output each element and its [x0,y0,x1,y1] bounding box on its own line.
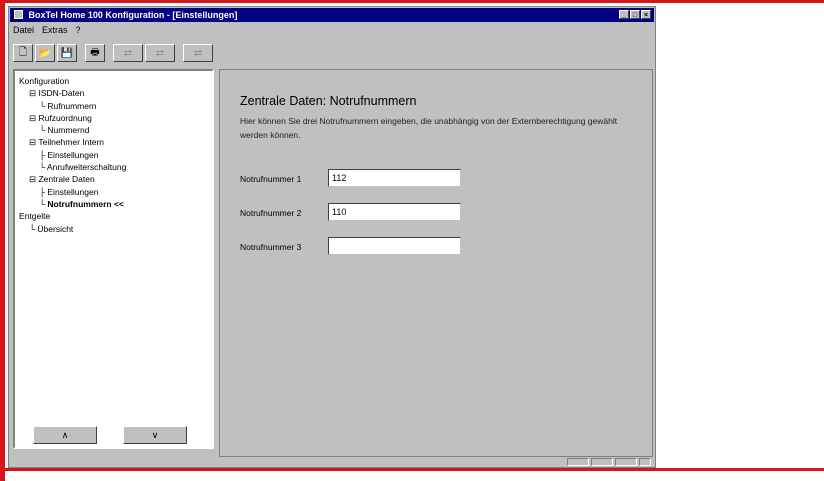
tree-label: Einstellungen [47,149,99,160]
window-controls: _ □ × [619,10,651,19]
tree-item-zentrale-einstellungen[interactable]: ├ Einstellungen [17,186,126,198]
tree-item-entgelte[interactable]: Entgelte [17,210,126,222]
tree-item-konfiguration[interactable]: Konfiguration [17,75,126,87]
emergency-number-1-label: Notrufnummer 1 [240,174,302,184]
save-icon[interactable]: 💾 [57,44,77,62]
tree-label: Anrufweiterschaltung [46,162,127,173]
navigate-up-button[interactable]: ∧ [33,426,97,444]
emergency-number-3-label: Notrufnummer 3 [240,242,302,252]
navigation-tree-panel: Konfiguration ⊟ ISDN-Daten └ Rufnummern … [13,69,214,449]
page-description: Hier können Sie drei Notrufnummern einge… [240,116,618,140]
tree-item-uebersicht[interactable]: └ Übersicht [17,223,126,235]
frame-top-bar [0,0,824,3]
tree-item-zentrale-daten[interactable]: ⊟ Zentrale Daten [17,173,126,185]
tree-item-rufnummern[interactable]: └ Rufnummern [17,100,126,112]
tree-item-anrufweiterschaltung[interactable]: └ Anrufweiterschaltung [17,161,126,173]
tree-item-notrufnummern[interactable]: └ Notrufnummern << [17,198,126,210]
window-title: BoxTel Home 100 Konfiguration - [Einstel… [28,10,238,20]
emergency-number-2-input[interactable]: 110 [328,203,461,221]
tree-navigation-buttons: ∧ ∨ [13,422,214,452]
emergency-number-1-input[interactable]: 112 [328,169,461,187]
print-icon[interactable]: 🖶 [85,44,105,62]
transfer-icon[interactable]: ⇄ [183,44,213,62]
tree-item-teilnehmer-intern[interactable]: ⊟ Teilnehmer Intern [17,136,126,148]
frame-bottom-bar [0,468,824,471]
title-bar[interactable]: BoxTel Home 100 Konfiguration - [Einstel… [10,8,654,22]
tree-label: Notrufnummern << [47,198,124,209]
transfer-icon[interactable]: ⇄ [113,44,143,62]
tree-label: Einstellungen [47,186,99,197]
content-panel: Zentrale Daten: Notrufnummern Hier könne… [219,69,653,457]
emergency-number-3-input[interactable] [328,237,461,255]
tree-label: ISDN-Daten [38,88,85,99]
frame-left-bar [0,0,5,481]
tree-label: Zentrale Daten [38,174,95,185]
tree-label: Nummernd [47,125,90,136]
menu-datei[interactable]: Datei [13,23,34,37]
tree-item-isdn-daten[interactable]: ⊟ ISDN-Daten [17,87,126,99]
emergency-number-2-label: Notrufnummer 2 [240,208,302,218]
navigation-tree: Konfiguration ⊟ ISDN-Daten └ Rufnummern … [17,75,126,235]
status-cell [591,458,613,466]
maximize-button[interactable]: □ [630,10,640,19]
tree-item-einstellungen[interactable]: ├ Einstellungen [17,149,126,161]
transfer-icon[interactable]: ⇄ [145,44,175,62]
tree-label: Rufnummern [47,100,97,111]
tree-item-nummernd[interactable]: └ Nummernd [17,124,126,136]
status-cell [615,458,637,466]
app-icon[interactable] [14,10,23,19]
navigate-down-button[interactable]: ∨ [123,426,187,444]
tree-label: Teilnehmer Intern [38,137,105,148]
menu-help[interactable]: ? [76,23,81,37]
tree-item-rufzuordnung[interactable]: ⊟ Rufzuordnung [17,112,126,124]
toolbar: 🗋 📂 💾 🖶 ⇄ ⇄ ⇄ [13,41,215,65]
tree-label: Rufzuordnung [38,112,92,123]
minimize-button[interactable]: _ [619,10,629,19]
new-file-icon[interactable]: 🗋 [13,44,33,62]
close-button[interactable]: × [641,10,651,19]
menu-bar: Datei Extras ? [13,23,81,37]
menu-extras[interactable]: Extras [42,23,68,37]
tree-label: Übersicht [37,223,74,234]
resize-grip[interactable] [639,458,651,466]
page-title: Zentrale Daten: Notrufnummern [240,94,417,108]
status-cell [567,458,589,466]
open-folder-icon[interactable]: 📂 [35,44,55,62]
application-window: BoxTel Home 100 Konfiguration - [Einstel… [8,6,656,468]
status-bar [9,457,655,467]
